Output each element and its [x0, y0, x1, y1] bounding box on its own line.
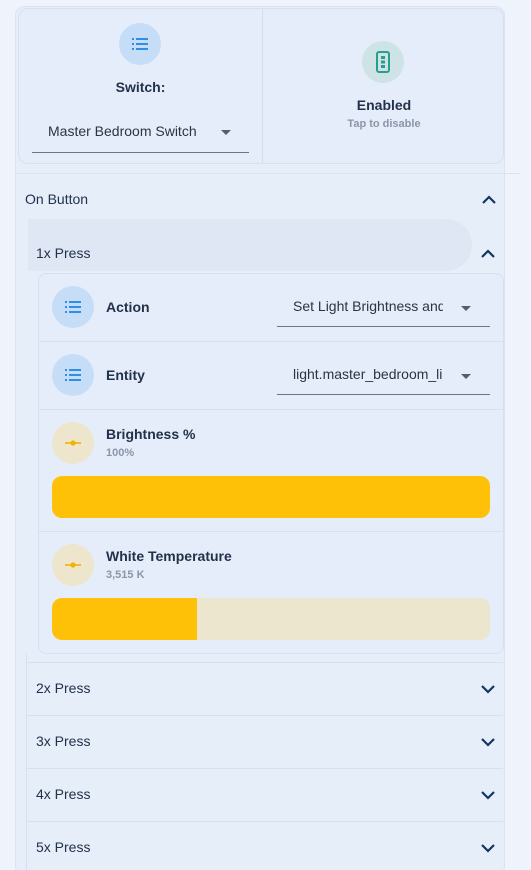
action-select[interactable]: Set Light Brightness and Temperature	[277, 291, 490, 327]
chevron-down-icon[interactable]	[480, 684, 496, 694]
brightness-slider[interactable]	[52, 476, 490, 518]
slider-icon	[52, 422, 94, 464]
slider-icon	[52, 544, 94, 586]
action-label: Action	[106, 299, 150, 315]
enabled-subtitle: Tap to disable	[347, 118, 421, 130]
chevron-down-icon[interactable]	[480, 790, 496, 800]
divider	[27, 662, 503, 663]
dropdown-caret-icon	[221, 130, 231, 135]
switch-device-icon[interactable]	[362, 41, 404, 83]
press-1-label: 1x Press	[36, 245, 91, 261]
temperature-slider[interactable]	[52, 598, 490, 640]
switch-label: Switch:	[115, 79, 166, 95]
divider	[39, 531, 503, 532]
press-1-row[interactable]	[28, 219, 472, 271]
brightness-value: 100%	[106, 447, 135, 459]
temperature-value: 3,515 K	[106, 569, 145, 581]
dropdown-caret-icon	[461, 306, 471, 311]
dropdown-caret-icon	[461, 374, 471, 379]
divider	[27, 715, 503, 716]
divider	[39, 409, 503, 410]
on-button-label: On Button	[25, 191, 89, 207]
press-5-label[interactable]: 5x Press	[36, 839, 90, 855]
divider	[27, 768, 503, 769]
entity-label: Entity	[106, 367, 145, 383]
list-icon	[52, 354, 94, 396]
on-button-row[interactable]	[15, 173, 520, 225]
tree-guide-line	[26, 654, 27, 870]
press-2-label[interactable]: 2x Press	[36, 680, 90, 696]
chevron-down-icon[interactable]	[480, 737, 496, 747]
brightness-label: Brightness %	[106, 426, 196, 442]
divider	[39, 341, 503, 342]
temperature-slider-fill	[52, 598, 197, 640]
chevron-up-icon[interactable]	[481, 195, 497, 205]
card-divider	[262, 9, 263, 163]
press-1-config-card	[38, 273, 504, 654]
switch-select[interactable]: Master Bedroom Switch	[32, 117, 249, 153]
press-4-label[interactable]: 4x Press	[36, 786, 90, 802]
list-icon	[119, 23, 161, 65]
divider	[27, 821, 503, 822]
switch-config-card: Switch: Master Bedroom Switch Enabled Ta…	[18, 8, 504, 164]
switch-select-value: Master Bedroom Switch	[48, 123, 197, 139]
press-3-label[interactable]: 3x Press	[36, 733, 90, 749]
temperature-label: White Temperature	[106, 548, 232, 564]
enabled-title[interactable]: Enabled	[263, 97, 505, 113]
chevron-up-icon[interactable]	[480, 249, 496, 259]
list-icon	[52, 286, 94, 328]
brightness-slider-fill	[52, 476, 490, 518]
entity-select-value: light.master_bedroom_light	[293, 366, 443, 382]
chevron-down-icon[interactable]	[480, 843, 496, 853]
action-select-value: Set Light Brightness and Temperature	[293, 298, 443, 314]
entity-select[interactable]: light.master_bedroom_light	[277, 359, 490, 395]
